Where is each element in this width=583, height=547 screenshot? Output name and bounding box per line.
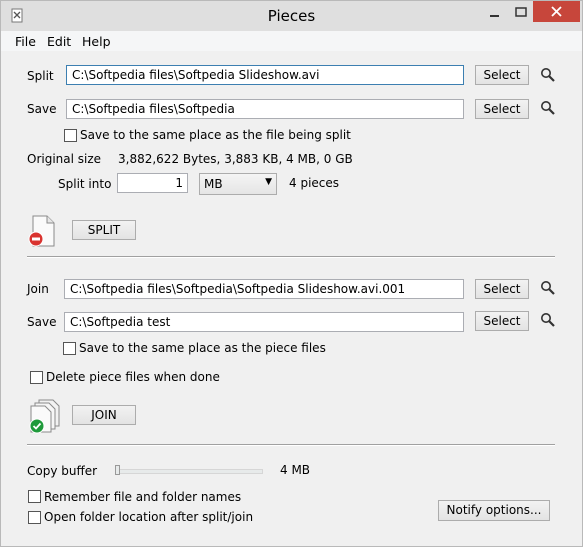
menu-bar: File Edit Help bbox=[1, 31, 582, 51]
join-same-place-checkbox[interactable] bbox=[63, 342, 76, 355]
maximize-button[interactable] bbox=[508, 2, 534, 22]
remember-names-label: Remember file and folder names bbox=[44, 490, 242, 504]
minimize-button[interactable] bbox=[481, 2, 507, 22]
search-icon[interactable] bbox=[540, 67, 556, 83]
split-save-select-button[interactable]: Select bbox=[475, 99, 529, 119]
main-panel: Split C:\Softpedia files\Softpedia Slide… bbox=[1, 51, 582, 546]
search-icon[interactable] bbox=[540, 312, 556, 328]
open-folder-label: Open folder location after split/join bbox=[44, 510, 254, 524]
join-save-label: Save bbox=[27, 315, 57, 329]
open-folder-checkbox[interactable] bbox=[28, 511, 41, 524]
copy-buffer-slider[interactable] bbox=[115, 469, 263, 474]
menu-help[interactable]: Help bbox=[82, 34, 111, 49]
chevron-down-icon: ▼ bbox=[265, 177, 272, 187]
section-divider bbox=[27, 444, 555, 446]
title-bar: Pieces bbox=[1, 1, 582, 31]
join-save-path-input[interactable]: C:\Softpedia test bbox=[64, 312, 464, 332]
menu-file[interactable]: File bbox=[15, 34, 36, 49]
split-same-place-checkbox[interactable] bbox=[64, 129, 77, 142]
minimize-icon bbox=[490, 15, 499, 17]
join-files-icon bbox=[29, 399, 60, 434]
join-save-select-button[interactable]: Select bbox=[475, 311, 529, 331]
close-icon bbox=[551, 6, 562, 17]
split-unit-select[interactable]: MB ▼ bbox=[199, 173, 277, 195]
section-divider bbox=[27, 256, 555, 258]
split-into-input[interactable]: 1 bbox=[117, 173, 188, 193]
copy-buffer-slider-thumb[interactable] bbox=[115, 465, 120, 475]
pieces-window: Pieces File Edit Help Split C:\Softpedia… bbox=[0, 0, 583, 547]
copy-buffer-label: Copy buffer bbox=[27, 464, 98, 478]
join-label: Join bbox=[27, 282, 49, 296]
split-path-input[interactable]: C:\Softpedia files\Softpedia Slideshow.a… bbox=[66, 65, 464, 85]
original-size-label: Original size bbox=[27, 152, 102, 166]
maximize-icon bbox=[515, 7, 527, 17]
split-label: Split bbox=[27, 69, 54, 83]
original-size-value: 3,882,622 Bytes, 3,883 KB, 4 MB, 0 GB bbox=[118, 152, 353, 166]
menu-edit[interactable]: Edit bbox=[47, 34, 71, 49]
join-same-place-label: Save to the same place as the piece file… bbox=[79, 341, 326, 355]
split-select-button[interactable]: Select bbox=[475, 65, 529, 85]
join-select-button[interactable]: Select bbox=[475, 279, 529, 299]
split-into-label: Split into bbox=[58, 177, 112, 191]
delete-pieces-label: Delete piece files when done bbox=[46, 370, 220, 384]
copy-buffer-value: 4 MB bbox=[280, 463, 311, 477]
split-button[interactable]: SPLIT bbox=[72, 220, 136, 240]
split-unit-value: MB bbox=[204, 177, 223, 191]
split-save-path-input[interactable]: C:\Softpedia files\Softpedia bbox=[66, 99, 464, 119]
split-save-label: Save bbox=[27, 102, 57, 116]
search-icon[interactable] bbox=[540, 280, 556, 296]
close-button[interactable] bbox=[533, 1, 580, 22]
join-path-input[interactable]: C:\Softpedia files\Softpedia\Softpedia S… bbox=[64, 279, 464, 299]
pieces-count: 4 pieces bbox=[289, 176, 340, 190]
remember-names-checkbox[interactable] bbox=[28, 490, 41, 503]
join-button[interactable]: JOIN bbox=[72, 405, 136, 425]
split-file-icon bbox=[28, 215, 55, 247]
split-same-place-label: Save to the same place as the file being… bbox=[80, 128, 351, 142]
notify-options-button[interactable]: Notify options... bbox=[438, 500, 550, 521]
delete-pieces-checkbox[interactable] bbox=[30, 371, 43, 384]
search-icon[interactable] bbox=[540, 100, 556, 116]
